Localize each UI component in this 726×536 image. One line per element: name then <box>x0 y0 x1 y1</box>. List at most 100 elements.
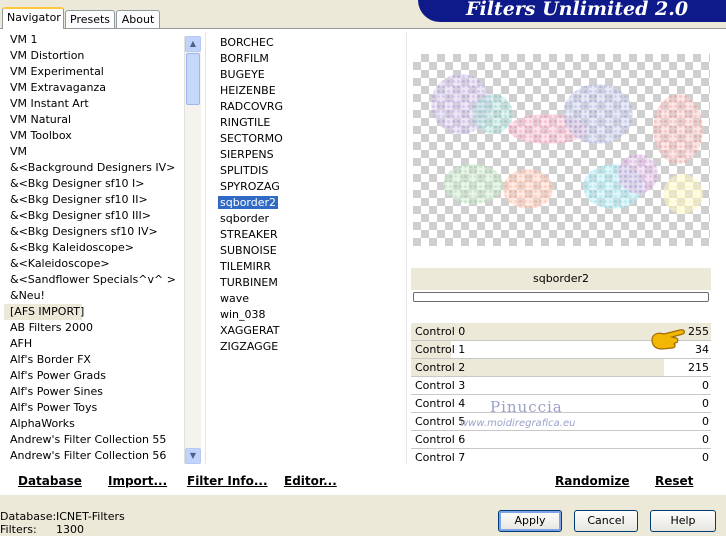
filter-item-label: RINGTILE <box>220 116 271 129</box>
category-item[interactable]: &Neu! <box>4 288 182 304</box>
divider <box>205 32 206 464</box>
cancel-button[interactable]: Cancel <box>574 510 638 532</box>
category-item[interactable]: &<Bkg Designer sf10 I> <box>4 176 182 192</box>
category-item[interactable]: VM Natural <box>4 112 182 128</box>
control-value: 0 <box>702 415 709 428</box>
filter-item-label: RADCOVRG <box>220 100 284 113</box>
filter-item[interactable]: TURBINEM <box>212 275 402 291</box>
reset-link[interactable]: Reset <box>655 474 693 488</box>
category-item[interactable]: VM <box>4 144 182 160</box>
filter-item-label: SUBNOISE <box>220 244 277 257</box>
filter-item[interactable]: RINGTILE <box>212 115 402 131</box>
category-item[interactable]: AlphaWorks <box>4 416 182 432</box>
category-item[interactable]: &<Sandflower Specials^v^ > <box>4 272 182 288</box>
preview-pattern <box>503 169 553 209</box>
control-label: Control 0 <box>415 325 466 338</box>
category-item[interactable]: [AFS IMPORT] <box>4 304 84 320</box>
control-slider[interactable]: Control 3 0 <box>411 377 711 395</box>
apply-button[interactable]: Apply <box>498 510 562 532</box>
watermark-url: www.moidiregrafica.eu <box>460 418 576 429</box>
category-item[interactable]: &<Kaleidoscope> <box>4 256 182 272</box>
filter-item-label: XAGGERAT <box>220 324 280 337</box>
tab-about[interactable]: About <box>116 10 160 28</box>
category-item[interactable]: &<Bkg Designer sf10 II> <box>4 192 182 208</box>
filter-item[interactable]: sqborder2 <box>212 195 402 211</box>
category-item[interactable]: VM 1 <box>4 32 182 48</box>
category-scrollbar[interactable]: ▲ ▼ <box>184 36 201 464</box>
category-item[interactable]: Andrew's Filter Collection 56 <box>4 448 182 464</box>
filter-item[interactable]: BORFILM <box>212 51 402 67</box>
database-link[interactable]: Database <box>18 474 82 488</box>
control-slider[interactable]: Control 6 0 <box>411 431 711 449</box>
scrollbar-thumb[interactable] <box>186 53 200 105</box>
editor-link[interactable]: Editor... <box>284 474 337 488</box>
category-item[interactable]: Alf's Power Toys <box>4 400 182 416</box>
category-item[interactable]: AFH <box>4 336 182 352</box>
category-item[interactable]: &<Bkg Kaleidoscope> <box>4 240 182 256</box>
category-item[interactable]: Alf's Power Grads <box>4 368 182 384</box>
category-item[interactable]: Andrew's Filter Collection 55 <box>4 432 182 448</box>
category-item[interactable]: VM Distortion <box>4 48 182 64</box>
preview-pattern <box>443 164 503 204</box>
category-item[interactable]: VM Experimental <box>4 64 182 80</box>
filter-item-label: BUGEYE <box>220 68 265 81</box>
filter-item[interactable]: SUBNOISE <box>212 243 402 259</box>
filters-count: 1300 <box>56 523 84 536</box>
preview-image <box>413 54 710 246</box>
filter-list[interactable]: BORCHEC BORFILM BUGEYE HEIZENBE RADCOVRG RING… <box>212 35 402 365</box>
filter-item[interactable]: SECTORMO <box>212 131 402 147</box>
control-slider[interactable]: Control 2 215 <box>411 359 711 377</box>
import-link[interactable]: Import... <box>108 474 167 488</box>
control-label: Control 1 <box>415 343 466 356</box>
category-item[interactable]: &<Bkg Designers sf10 IV> <box>4 224 182 240</box>
filter-item-label: SIERPENS <box>220 148 274 161</box>
filter-item[interactable]: HEIZENBE <box>212 83 402 99</box>
control-value: 0 <box>702 379 709 392</box>
category-item[interactable]: VM Extravaganza <box>4 80 182 96</box>
filter-info-link[interactable]: Filter Info... <box>187 474 268 488</box>
scroll-up-arrow-icon[interactable]: ▲ <box>185 36 201 52</box>
preview-pattern <box>618 154 658 194</box>
filter-item[interactable]: XAGGERAT <box>212 323 402 339</box>
control-label: Control 5 <box>415 415 466 428</box>
filter-item[interactable]: BUGEYE <box>212 67 402 83</box>
control-value: 0 <box>702 397 709 410</box>
database-value: ICNET-Filters <box>56 510 125 523</box>
preview-pattern <box>563 84 633 144</box>
randomize-link[interactable]: Randomize <box>555 474 629 488</box>
category-item[interactable]: &<Bkg Designer sf10 III> <box>4 208 182 224</box>
pointing-hand-icon <box>651 329 686 350</box>
category-item[interactable]: VM Toolbox <box>4 128 182 144</box>
category-item[interactable]: &<Background Designers IV> <box>4 160 182 176</box>
filter-item[interactable]: SPLITDIS <box>212 163 402 179</box>
filter-item[interactable]: ZIGZAGGE <box>212 339 402 355</box>
preview-pattern <box>663 174 703 214</box>
control-slider[interactable]: Control 7 0 <box>411 449 711 467</box>
tab-navigator[interactable]: Navigator <box>2 7 64 29</box>
filter-item[interactable]: sqborder <box>212 211 402 227</box>
control-label: Control 7 <box>415 451 466 464</box>
control-label: Control 6 <box>415 433 466 446</box>
preview-pattern <box>473 94 513 134</box>
filter-item[interactable]: TILEMIRR <box>212 259 402 275</box>
app-title: Filters Unlimited 2.0 <box>466 0 689 20</box>
scroll-down-arrow-icon[interactable]: ▼ <box>185 448 201 464</box>
filter-item[interactable]: SIERPENS <box>212 147 402 163</box>
database-label: Database: <box>0 510 57 523</box>
tab-presets[interactable]: Presets <box>65 10 115 28</box>
filter-item[interactable]: BORCHEC <box>212 35 402 51</box>
filter-item[interactable]: SPYROZAG <box>212 179 402 195</box>
watermark-name: Pinuccia <box>490 398 563 416</box>
filter-item[interactable]: RADCOVRG <box>212 99 402 115</box>
category-item[interactable]: Alf's Border FX <box>4 352 182 368</box>
preview-pattern <box>653 94 703 164</box>
filter-item[interactable]: wave <box>212 291 402 307</box>
category-list[interactable]: VM 1 VM Distortion VM Experimental VM Extra… <box>4 32 182 464</box>
filter-item[interactable]: STREAKER <box>212 227 402 243</box>
help-button[interactable]: Help <box>650 510 716 532</box>
filter-item[interactable]: win_038 <box>212 307 402 323</box>
category-item[interactable]: VM Instant Art <box>4 96 182 112</box>
category-item[interactable]: AB Filters 2000 <box>4 320 182 336</box>
filter-item-label: HEIZENBE <box>220 84 276 97</box>
category-item[interactable]: Alf's Power Sines <box>4 384 182 400</box>
